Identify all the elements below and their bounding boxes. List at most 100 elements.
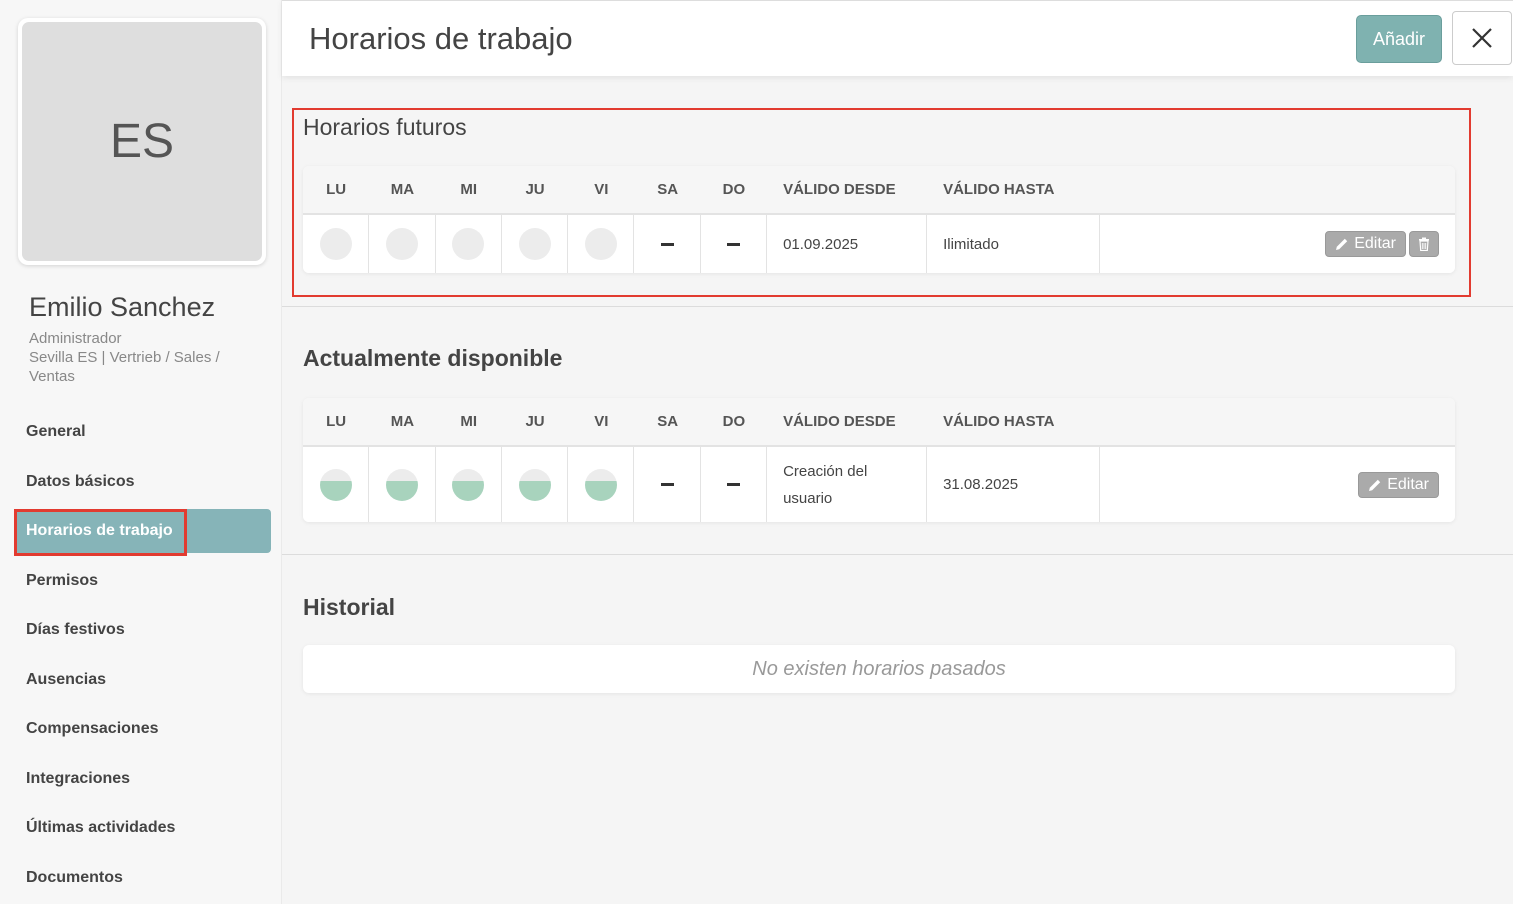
col-header-vi: VI bbox=[594, 413, 609, 430]
sidebar-item-dias-festivos[interactable]: Días festivos bbox=[14, 608, 271, 652]
sidebar-item-label: Integraciones bbox=[26, 769, 131, 787]
sidebar-item-documentos[interactable]: Documentos bbox=[14, 856, 271, 900]
sidebar-item-integraciones[interactable]: Integraciones bbox=[14, 757, 271, 801]
day-cell bbox=[701, 215, 768, 273]
sidebar-item-label: General bbox=[26, 423, 86, 440]
table-row: 01.09.2025 Ilimitado Editar bbox=[303, 215, 1455, 273]
edit-button[interactable]: Editar bbox=[1358, 471, 1439, 498]
col-header-mi: MI bbox=[460, 181, 478, 198]
day-off-dash bbox=[726, 483, 740, 486]
col-header-do: DO bbox=[722, 181, 746, 198]
col-header-sa: SA bbox=[657, 181, 679, 198]
day-cell bbox=[568, 215, 635, 273]
col-header-lu: LU bbox=[326, 181, 347, 198]
main-content: Horarios futuros LU MA MI JU VI SA DO VÁ… bbox=[282, 76, 1513, 904]
day-cell bbox=[701, 447, 768, 522]
sidebar-item-general[interactable]: General bbox=[14, 410, 271, 454]
col-header-lu: LU bbox=[326, 413, 347, 430]
section-divider bbox=[282, 306, 1513, 307]
sidebar-item-label: Días festivos bbox=[26, 621, 125, 638]
day-off-dash bbox=[660, 483, 674, 486]
col-header-do: DO bbox=[722, 413, 746, 430]
sidebar-item-label: Últimas actividades bbox=[26, 819, 176, 836]
sidebar-item-ausencias[interactable]: Ausencias bbox=[14, 658, 271, 702]
edit-label: Editar bbox=[1354, 235, 1396, 252]
delete-button[interactable] bbox=[1409, 231, 1439, 257]
day-cell bbox=[303, 215, 370, 273]
col-header-ma: MA bbox=[390, 181, 415, 198]
sidebar-item-ultimas-actividades[interactable]: Últimas actividades bbox=[14, 806, 271, 850]
day-cell bbox=[502, 215, 569, 273]
avatar-initials: ES bbox=[22, 22, 262, 261]
day-half-indicator bbox=[518, 468, 551, 501]
valid-from: 01.09.2025 bbox=[783, 235, 859, 253]
day-empty-indicator bbox=[385, 228, 418, 260]
day-half-indicator bbox=[385, 468, 418, 501]
close-button[interactable] bbox=[1452, 11, 1512, 65]
day-cell bbox=[369, 215, 436, 273]
col-header-vi: VI bbox=[594, 181, 609, 198]
page-title: Horarios de trabajo bbox=[309, 21, 573, 56]
sidebar-item-permisos[interactable]: Permisos bbox=[14, 559, 271, 603]
col-header-ju: JU bbox=[525, 181, 545, 198]
future-schedules-table: LU MA MI JU VI SA DO VÁLIDO DESDE VÁLIDO… bbox=[303, 166, 1455, 273]
edit-button[interactable]: Editar bbox=[1325, 231, 1406, 257]
user-name: Emilio Sanchez bbox=[29, 292, 216, 322]
day-empty-indicator bbox=[518, 228, 551, 260]
empty-message: No existen horarios pasados bbox=[752, 657, 1006, 680]
user-meta: Administrador Sevilla ES | Vertrieb / Sa… bbox=[29, 329, 259, 386]
valid-to-cell: Ilimitado bbox=[927, 215, 1101, 273]
pencil-icon bbox=[1369, 479, 1381, 491]
day-cell bbox=[502, 447, 569, 522]
col-header-sa: SA bbox=[657, 413, 679, 430]
close-icon bbox=[1472, 28, 1492, 48]
user-role: Administrador bbox=[29, 330, 122, 347]
day-empty-indicator bbox=[452, 228, 485, 260]
valid-to: 31.08.2025 bbox=[943, 476, 1019, 493]
avatar: ES bbox=[18, 18, 266, 265]
valid-from-cell: 01.09.2025 bbox=[767, 215, 928, 273]
day-cell bbox=[634, 215, 701, 273]
section-title-future: Horarios futuros bbox=[303, 114, 467, 140]
col-header-ma: MA bbox=[390, 413, 415, 430]
sidebar-item-datos-basicos[interactable]: Datos básicos bbox=[14, 460, 271, 504]
edit-label: Editar bbox=[1387, 475, 1429, 493]
day-cell bbox=[436, 215, 502, 273]
day-half-indicator bbox=[452, 468, 485, 501]
pencil-icon bbox=[1336, 238, 1348, 250]
day-cell bbox=[369, 447, 436, 522]
sidebar-nav: General Datos básicos Horarios de trabaj… bbox=[14, 410, 271, 904]
day-cell bbox=[568, 447, 635, 522]
day-half-indicator bbox=[319, 468, 352, 501]
page-header: Horarios de trabajo Añadir bbox=[282, 0, 1513, 76]
actions-cell: Editar bbox=[1100, 447, 1455, 522]
sidebar-item-horarios-de-trabajo[interactable]: Horarios de trabajo bbox=[14, 509, 271, 556]
day-off-dash bbox=[726, 242, 740, 246]
valid-to: Ilimitado bbox=[943, 235, 999, 253]
day-off-dash bbox=[660, 242, 674, 246]
add-button[interactable]: Añadir bbox=[1356, 15, 1442, 63]
col-header-valid-from: VÁLIDO DESDE bbox=[783, 413, 896, 430]
table-header: LU MA MI JU VI SA DO VÁLIDO DESDE VÁLIDO… bbox=[303, 166, 1455, 215]
day-empty-indicator bbox=[584, 228, 617, 260]
sidebar-item-label: Documentos bbox=[26, 868, 123, 886]
actions-cell: Editar bbox=[1100, 215, 1455, 273]
sidebar-item-label: Permisos bbox=[26, 571, 99, 589]
sidebar-item-label: Datos básicos bbox=[26, 472, 135, 490]
day-cell bbox=[303, 447, 370, 522]
user-location: Sevilla ES | Vertrieb / Sales / Ventas bbox=[29, 349, 220, 385]
section-divider bbox=[282, 554, 1513, 555]
section-title-current: Actualmente disponible bbox=[303, 345, 563, 371]
sidebar-item-label: Horarios de trabajo bbox=[26, 522, 173, 539]
day-half-indicator bbox=[584, 468, 617, 501]
day-empty-indicator bbox=[319, 228, 352, 260]
col-header-valid-to: VÁLIDO HASTA bbox=[943, 413, 1055, 430]
day-cell bbox=[436, 447, 502, 522]
sidebar-item-compensaciones[interactable]: Compensaciones bbox=[14, 707, 271, 751]
history-empty-state: No existen horarios pasados bbox=[303, 645, 1455, 693]
sidebar-item-label: Compensaciones bbox=[26, 720, 159, 737]
valid-to-cell: 31.08.2025 bbox=[927, 447, 1101, 522]
col-header-valid-to: VÁLIDO HASTA bbox=[943, 181, 1055, 198]
table-header: LU MA MI JU VI SA DO VÁLIDO DESDE VÁLIDO… bbox=[303, 398, 1455, 447]
sidebar: ES Emilio Sanchez Administrador Sevilla … bbox=[0, 0, 282, 904]
